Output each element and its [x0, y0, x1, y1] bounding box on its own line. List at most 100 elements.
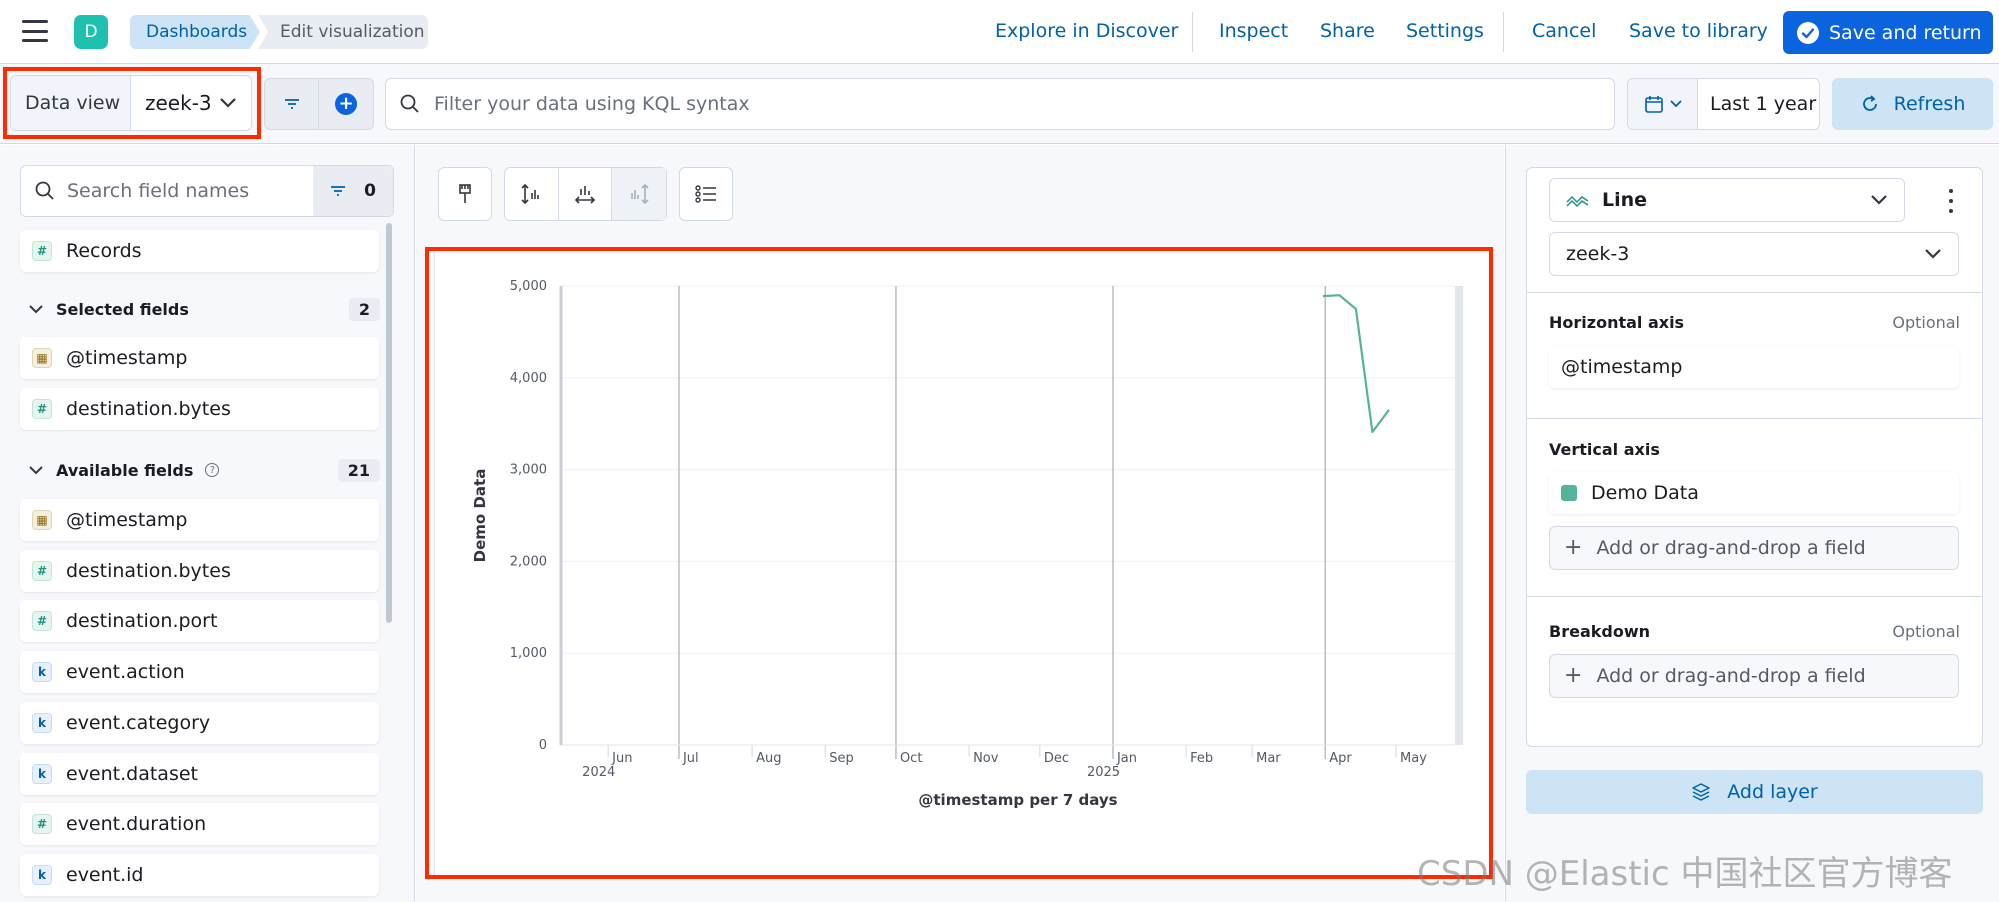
field-list-panel: Search field names 0 # Records Selected … [0, 145, 415, 902]
breakdown-label: Breakdown [1549, 622, 1650, 641]
vertical-axis-value: Demo Data [1591, 482, 1699, 504]
number-type-icon: # [32, 560, 52, 581]
watermark: CSDN @Elastic 中国社区官方博客 [1417, 854, 1953, 894]
field-filter-count: 0 [364, 181, 376, 201]
divider [1527, 418, 1982, 419]
records-field[interactable]: # Records [20, 230, 379, 272]
field-name: destination.port [66, 610, 218, 633]
axis-options-group [504, 167, 667, 221]
layer-data-view-value: zeek-3 [1566, 243, 1630, 265]
available-fields-count: 21 [337, 458, 380, 482]
number-type-icon: # [32, 814, 52, 835]
layer-actions-icon[interactable] [1939, 186, 1963, 216]
layers-icon [1692, 783, 1710, 801]
left-axis-button[interactable] [505, 168, 559, 220]
field-search-input[interactable]: Search field names [21, 180, 313, 202]
field-item[interactable]: # destination.port [20, 600, 379, 643]
cancel-link[interactable]: Cancel [1532, 20, 1596, 42]
chevron-down-icon [1871, 195, 1887, 205]
field-item[interactable]: # destination.bytes [20, 387, 379, 430]
filter-buttons: + [264, 78, 374, 130]
field-item[interactable]: # destination.bytes [20, 549, 379, 592]
add-breakdown-field-button[interactable]: + Add or drag-and-drop a field [1549, 654, 1959, 698]
filter-icon [284, 99, 299, 109]
time-picker[interactable]: Last 1 year [1627, 78, 1820, 130]
plus-icon: + [1564, 535, 1583, 560]
field-name: @timestamp [66, 347, 188, 369]
selected-fields-count: 2 [348, 297, 380, 321]
selected-fields-header[interactable]: Selected fields 2 [28, 295, 380, 323]
legend-options-button[interactable] [679, 167, 733, 221]
field-item[interactable]: k event.dataset [20, 752, 379, 795]
menu-icon[interactable] [22, 20, 48, 42]
refresh-icon [1862, 95, 1877, 111]
breadcrumb-dashboards[interactable]: Dashboards [130, 15, 260, 49]
quick-select-button[interactable] [1628, 79, 1698, 129]
field-filter-button[interactable]: 0 [313, 166, 393, 216]
data-view-highlight [3, 67, 261, 139]
share-link[interactable]: Share [1320, 20, 1375, 42]
explore-in-discover-link[interactable]: Explore in Discover [995, 20, 1178, 42]
add-vertical-field-button[interactable]: + Add or drag-and-drop a field [1549, 526, 1959, 570]
field-name: Records [66, 240, 142, 262]
help-icon[interactable]: ? [205, 463, 220, 477]
filter-options-button[interactable] [265, 79, 320, 129]
chart-type-value: Line [1602, 189, 1648, 211]
list-icon [695, 185, 716, 203]
add-layer-label: Add layer [1727, 781, 1818, 803]
field-item[interactable]: k event.id [20, 853, 379, 896]
field-item[interactable]: ▦ @timestamp [20, 337, 379, 379]
field-search[interactable]: Search field names 0 [20, 165, 394, 217]
add-field-label: Add or drag-and-drop a field [1596, 537, 1866, 559]
save-and-return-label: Save and return [1829, 21, 1982, 44]
line-chart-icon [1566, 195, 1589, 208]
chart-highlight [425, 247, 1493, 879]
field-item[interactable]: k event.action [20, 651, 379, 694]
refresh-button[interactable]: Refresh [1832, 78, 1993, 130]
chevron-down-icon [29, 305, 43, 314]
available-fields-title: Available fields [56, 460, 194, 480]
right-axis-icon [631, 183, 649, 205]
space-avatar[interactable]: D [74, 15, 108, 49]
kql-query-field[interactable] [385, 78, 1615, 130]
field-name: event.action [66, 661, 185, 684]
brush-icon [459, 184, 471, 203]
chevron-down-icon [1925, 249, 1941, 259]
field-item[interactable]: ▦ @timestamp [20, 499, 379, 541]
search-icon [400, 94, 419, 113]
field-item[interactable]: # event.duration [20, 803, 379, 846]
filter-icon [331, 186, 346, 196]
horizontal-axis-label: Horizontal axis [1549, 313, 1685, 332]
top-header: D Dashboards Edit visualization Explore … [0, 0, 1999, 64]
horizontal-axis-dimension[interactable]: @timestamp [1549, 346, 1959, 388]
keyword-type-icon: k [32, 864, 52, 885]
save-and-return-button[interactable]: Save and return [1783, 11, 1993, 54]
series-color-swatch [1561, 485, 1577, 501]
layer-config-card: Line zeek-3 Horizontal axis Optional @ti… [1526, 167, 1983, 747]
calendar-icon [1644, 96, 1663, 113]
save-to-library-link[interactable]: Save to library [1629, 20, 1768, 42]
field-name: event.category [66, 711, 211, 734]
bottom-axis-button[interactable] [559, 168, 613, 220]
inspect-link[interactable]: Inspect [1219, 20, 1288, 42]
available-fields-header[interactable]: Available fields ? 21 [28, 456, 380, 484]
keyword-type-icon: k [32, 763, 52, 784]
add-layer-button[interactable]: Add layer [1526, 770, 1983, 814]
vertical-axis-dimension[interactable]: Demo Data [1549, 472, 1959, 514]
keyword-type-icon: k [32, 712, 52, 733]
settings-link[interactable]: Settings [1406, 20, 1484, 42]
search-icon [35, 181, 54, 200]
selected-fields-title: Selected fields [56, 299, 189, 319]
plus-icon: + [335, 93, 357, 115]
add-filter-button[interactable]: + [319, 79, 373, 129]
field-list-scrollbar[interactable] [386, 223, 392, 623]
field-item[interactable]: k event.category [20, 701, 379, 744]
vertical-axis-label: Vertical axis [1549, 440, 1660, 459]
chart-type-select[interactable]: Line [1549, 178, 1905, 222]
kql-search-input[interactable] [434, 93, 1534, 115]
visual-options-button[interactable] [438, 167, 492, 221]
check-icon [1797, 21, 1819, 44]
divider [1527, 292, 1982, 293]
bottom-axis-icon [574, 186, 596, 204]
layer-data-view-select[interactable]: zeek-3 [1549, 232, 1959, 276]
